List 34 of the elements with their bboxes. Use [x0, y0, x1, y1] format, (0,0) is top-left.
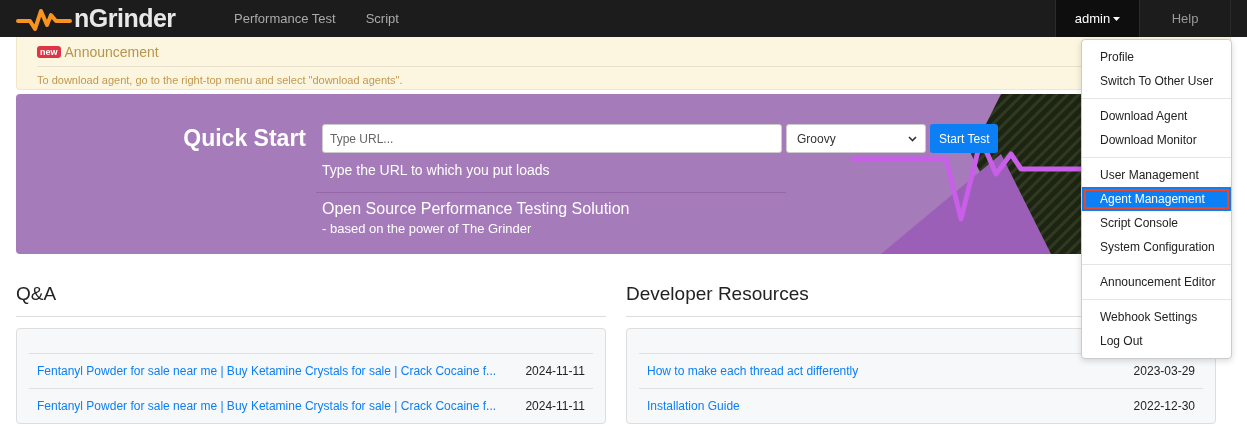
- script-type-select[interactable]: Groovy: [786, 124, 926, 153]
- sub-tagline: - based on the power of The Grinder: [322, 221, 532, 236]
- post-link[interactable]: Installation Guide: [647, 399, 740, 413]
- announcement-text: To download agent, go to the right-top menu and select "download agents".: [37, 74, 403, 86]
- nav-link[interactable]: Performance Test: [234, 11, 336, 26]
- post-date: 2023-03-29: [1133, 364, 1195, 378]
- menu-item[interactable]: User Management: [1082, 163, 1231, 187]
- menu-item[interactable]: Log Out: [1082, 329, 1231, 353]
- menu-item[interactable]: Download Monitor: [1082, 128, 1231, 152]
- announcement-title: Announcement: [64, 43, 159, 60]
- post-link[interactable]: Fentanyl Powder for sale near me | Buy Ketamine Crystals for sale | Crack Cocaine f...: [37, 364, 497, 378]
- start-test-button[interactable]: Start Test: [930, 124, 999, 153]
- section-title: Q&A: [16, 283, 606, 317]
- menu-item[interactable]: Script Console: [1082, 211, 1231, 235]
- post-date: 2022-12-30: [1133, 399, 1195, 413]
- menu-item[interactable]: Profile: [1082, 45, 1231, 69]
- post-date: 2024-11-11: [525, 399, 585, 413]
- caret-icon: [1113, 16, 1121, 21]
- url-input[interactable]: Type URL...: [322, 124, 782, 153]
- menu-item[interactable]: Agent Management: [1082, 187, 1231, 211]
- new-badge: new: [37, 45, 61, 58]
- chevron-down-icon: [908, 135, 917, 142]
- menu-item[interactable]: Switch To Other User: [1082, 69, 1231, 93]
- menu-item[interactable]: Download Agent: [1082, 104, 1231, 128]
- brand-name[interactable]: nGrinder: [74, 4, 176, 33]
- url-hint: Type the URL to which you put loads: [322, 162, 550, 178]
- menu-item[interactable]: System Configuration: [1082, 235, 1231, 259]
- post-link[interactable]: Fentanyl Powder for sale near me | Buy Ketamine Crystals for sale | Crack Cocaine f...: [37, 399, 497, 413]
- tagline: Open Source Performance Testing Solution: [322, 200, 630, 218]
- user-menu-toggle[interactable]: admin: [1055, 0, 1139, 37]
- post-date: 2024-11-11: [525, 364, 585, 378]
- quick-start-title: Quick Start: [183, 125, 306, 152]
- nav-link[interactable]: Script: [365, 11, 399, 26]
- post-link[interactable]: How to make each thread act differently: [647, 364, 859, 378]
